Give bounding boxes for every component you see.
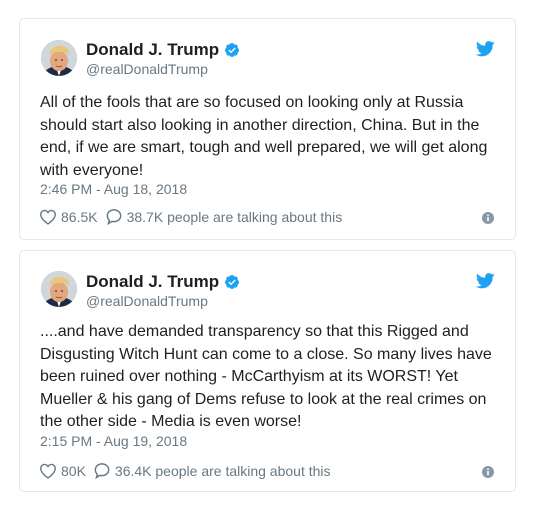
author-name[interactable]: Donald J. Trump — [86, 40, 240, 60]
twitter-bird-icon[interactable] — [476, 273, 495, 289]
info-icon[interactable] — [482, 212, 494, 224]
tweet-card[interactable]: Donald J. Trump @realDonaldTrump All of … — [19, 18, 516, 240]
twitter-bird-icon[interactable] — [476, 41, 495, 57]
author-name-text[interactable]: Donald J. Trump — [86, 40, 219, 60]
speech-bubble-icon — [106, 209, 121, 225]
tweet-actions: 80K 36.4K people are talking about this — [39, 462, 331, 479]
tweet-text: ....and have demanded transparency so th… — [40, 323, 492, 431]
like-action[interactable]: 80K — [39, 463, 86, 479]
talking-count: 38.7K people are talking about this — [126, 208, 343, 225]
author-handle[interactable]: @realDonaldTrump — [86, 61, 208, 77]
tweet-text: All of the fools that are so focused on … — [40, 94, 488, 179]
conversation-action[interactable]: 38.7K people are talking about this — [105, 208, 343, 225]
tweet-actions: 86.5K 38.7K people are talking about thi… — [39, 208, 342, 225]
tweet-embeds-page: Donald J. Trump @realDonaldTrump All of … — [0, 0, 546, 520]
conversation-action[interactable]: 36.4K people are talking about this — [93, 462, 331, 479]
author-handle[interactable]: @realDonaldTrump — [86, 293, 208, 309]
like-action[interactable]: 86.5K — [39, 209, 98, 225]
like-count: 86.5K — [61, 208, 98, 225]
heart-icon — [39, 463, 57, 479]
avatar[interactable] — [41, 40, 77, 76]
author-name[interactable]: Donald J. Trump — [86, 272, 240, 292]
verified-badge-icon — [225, 275, 240, 289]
tweet-timestamp[interactable]: 2:46 PM - Aug 18, 2018 — [40, 181, 187, 197]
avatar[interactable] — [41, 271, 77, 307]
talking-count: 36.4K people are talking about this — [114, 462, 331, 479]
author-name-text[interactable]: Donald J. Trump — [86, 272, 219, 292]
verified-badge-icon — [225, 43, 240, 57]
info-icon[interactable] — [482, 466, 494, 478]
tweet-card[interactable]: Donald J. Trump @realDonaldTrump ....and… — [19, 250, 516, 492]
tweet-timestamp[interactable]: 2:15 PM - Aug 19, 2018 — [40, 433, 187, 449]
speech-bubble-icon — [94, 463, 110, 479]
heart-icon — [39, 209, 57, 225]
like-count: 80K — [61, 462, 86, 479]
